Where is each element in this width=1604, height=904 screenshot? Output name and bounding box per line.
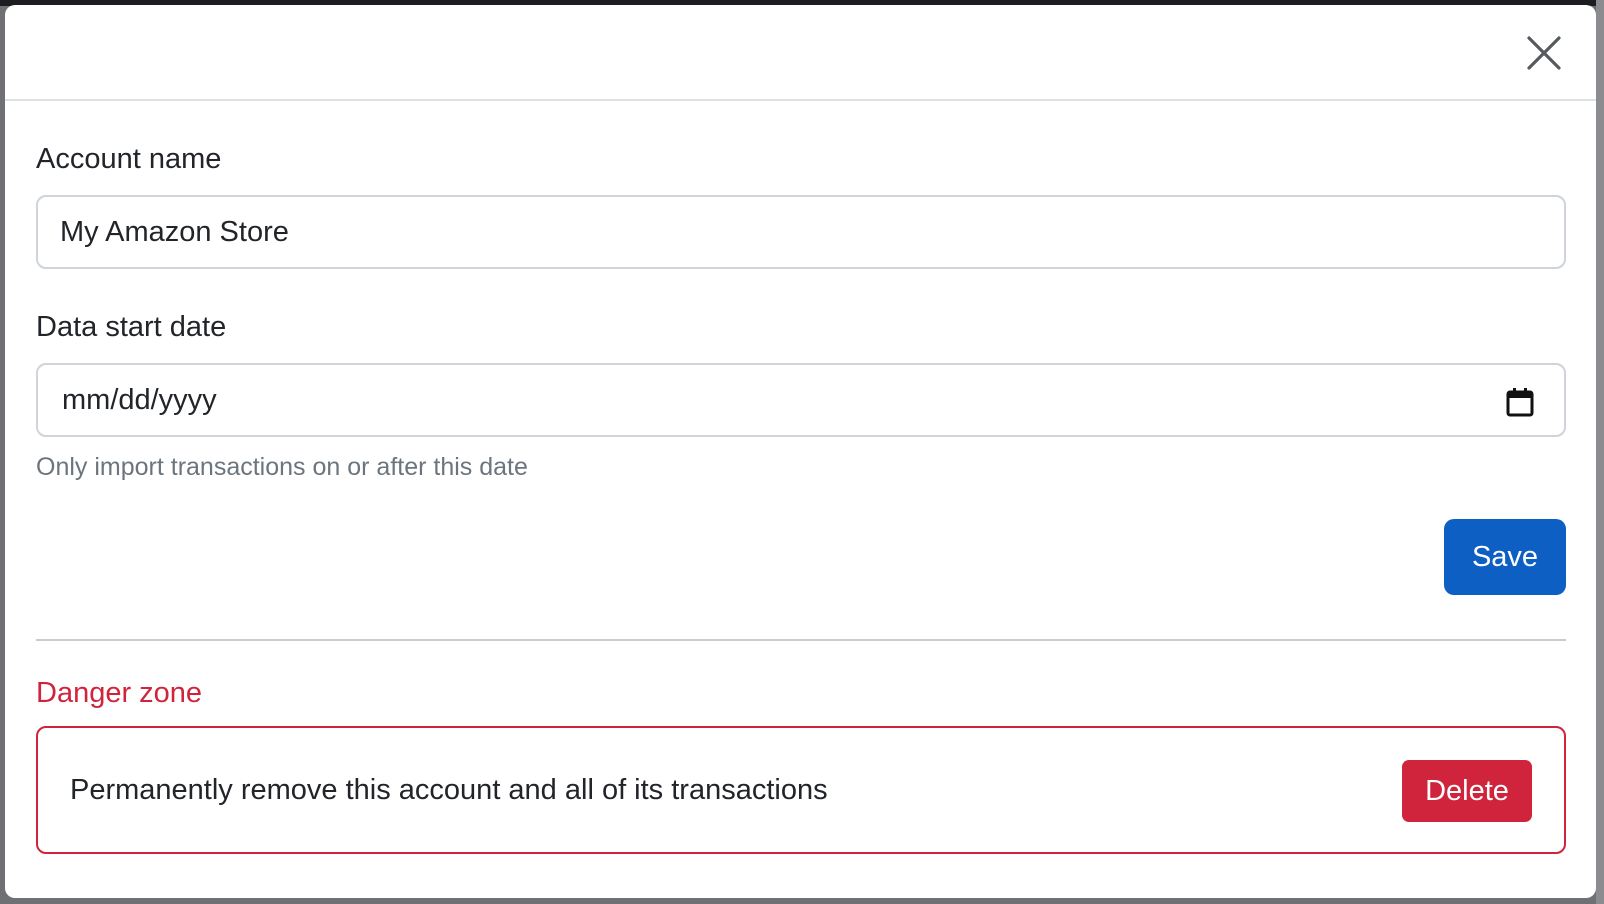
save-button[interactable]: Save xyxy=(1444,519,1566,595)
start-date-input[interactable]: mm/dd/yyyy xyxy=(36,363,1566,437)
start-date-help-text: Only import transactions on or after thi… xyxy=(36,453,528,481)
delete-account-button[interactable]: Delete xyxy=(1402,760,1532,822)
backdrop-edge xyxy=(1596,0,1604,904)
close-icon xyxy=(1527,36,1561,70)
account-settings-modal: Account name Data start date mm/dd/yyyy … xyxy=(5,5,1596,898)
close-button[interactable] xyxy=(1522,31,1566,75)
calendar-icon[interactable] xyxy=(1504,386,1536,418)
danger-zone-title: Danger zone xyxy=(36,677,203,709)
account-name-label: Account name xyxy=(36,143,222,175)
danger-zone-description: Permanently remove this account and all … xyxy=(70,774,828,806)
danger-zone-panel: Permanently remove this account and all … xyxy=(36,726,1566,854)
account-name-input[interactable] xyxy=(36,195,1566,269)
section-divider xyxy=(36,639,1566,641)
start-date-placeholder: mm/dd/yyyy xyxy=(62,384,217,416)
modal-header xyxy=(5,5,1596,101)
start-date-label: Data start date xyxy=(36,311,227,343)
